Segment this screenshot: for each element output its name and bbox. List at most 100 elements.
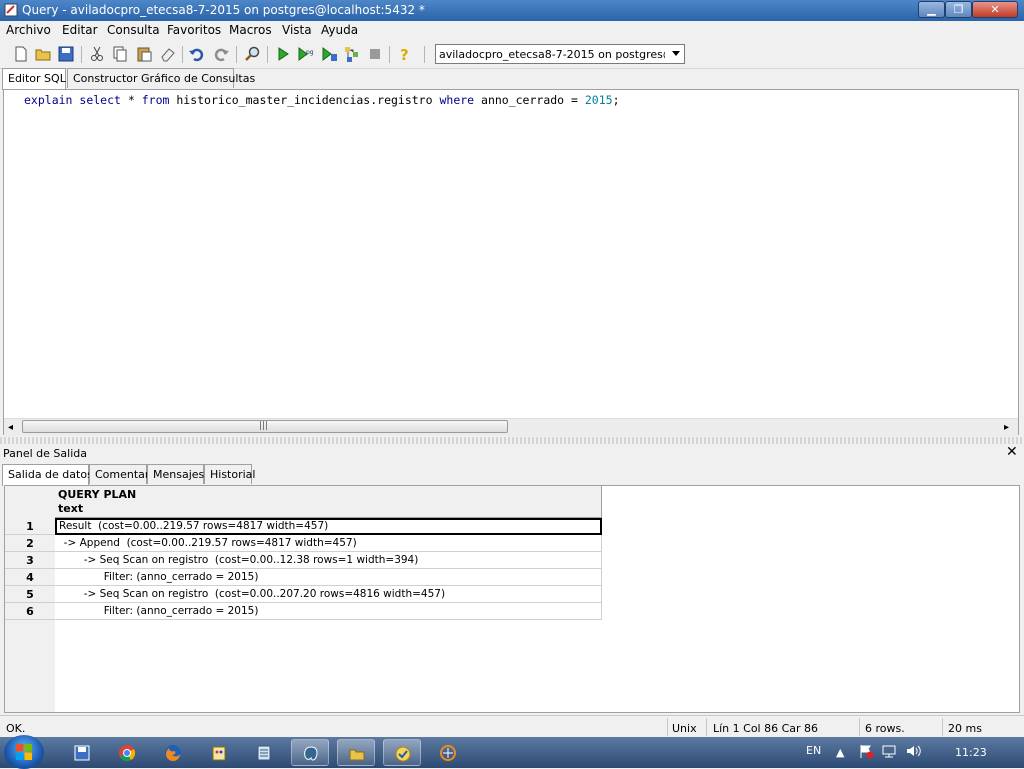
- volume-icon[interactable]: [905, 743, 921, 762]
- windows-explorer-icon[interactable]: [63, 739, 101, 766]
- action-center-flag-icon[interactable]: [858, 743, 874, 762]
- network-icon[interactable]: [881, 743, 897, 762]
- table-row[interactable]: 1 Result (cost=0.00..219.57 rows=4817 wi…: [5, 518, 602, 535]
- sql-keyword: from: [141, 93, 170, 107]
- close-panel-icon[interactable]: ✕: [1006, 444, 1018, 460]
- close-button[interactable]: ✕: [972, 1, 1018, 18]
- table-row[interactable]: 5 -> Seq Scan on registro (cost=0.00..20…: [5, 586, 602, 603]
- sql-text: anno_cerrado =: [474, 93, 585, 107]
- table-row[interactable]: 6 Filter: (anno_cerrado = 2015): [5, 603, 602, 620]
- row-number[interactable]: 3: [5, 552, 55, 569]
- tab-history[interactable]: Historial: [204, 464, 255, 484]
- grip-icon: |||: [259, 421, 269, 431]
- sql-text: historico_master_incidencias.registro: [169, 93, 440, 107]
- outlook-icon[interactable]: [383, 739, 421, 766]
- cursor-position: Lín 1 Col 86 Car 86: [713, 722, 819, 735]
- menu-bar: Archivo Editar Consulta Favoritos Macros…: [0, 21, 1024, 41]
- tab-data-output[interactable]: Salida de datos: [2, 464, 93, 486]
- sql-text: *: [120, 93, 142, 107]
- eraser-icon[interactable]: [159, 45, 177, 63]
- menu-vista[interactable]: Vista: [282, 23, 312, 37]
- table-cell[interactable]: Filter: (anno_cerrado = 2015): [55, 569, 602, 586]
- table-row[interactable]: 3 -> Seq Scan on registro (cost=0.00..12…: [5, 552, 602, 569]
- panel-splitter[interactable]: [0, 437, 1024, 444]
- row-number[interactable]: 4: [5, 569, 55, 586]
- menu-favoritos[interactable]: Favoritos: [167, 23, 221, 37]
- copy-icon[interactable]: [111, 45, 129, 63]
- table-cell[interactable]: -> Append (cost=0.00..219.57 rows=4817 w…: [55, 535, 602, 552]
- output-panel-title: Panel de Salida: [3, 447, 87, 460]
- sql-editor[interactable]: explain select * from historico_master_i…: [3, 89, 1019, 435]
- folder-icon[interactable]: [337, 739, 375, 766]
- menu-macros[interactable]: Macros: [229, 23, 272, 37]
- windows-logo-icon: [16, 744, 32, 760]
- editor-horizontal-scrollbar[interactable]: ◂ ||| ▸: [4, 418, 1018, 436]
- paste-icon[interactable]: [135, 45, 153, 63]
- paint-icon[interactable]: [200, 739, 238, 766]
- status-separator: [942, 718, 943, 736]
- explain-icon[interactable]: [343, 45, 361, 63]
- menu-ayuda[interactable]: Ayuda: [321, 23, 358, 37]
- row-number[interactable]: 5: [5, 586, 55, 603]
- tab-messages[interactable]: Mensajes: [147, 464, 204, 484]
- network-app-icon[interactable]: [429, 739, 467, 766]
- connection-value: aviladocpro_etecsa8-7-2015 on postgres@l…: [439, 48, 665, 61]
- toolbar-separator: [424, 46, 425, 63]
- menu-archivo[interactable]: Archivo: [6, 23, 51, 37]
- table-cell[interactable]: -> Seq Scan on registro (cost=0.00..207.…: [55, 586, 602, 603]
- table-row[interactable]: 2 -> Append (cost=0.00..219.57 rows=4817…: [5, 535, 602, 552]
- scroll-right-icon[interactable]: ▸: [1004, 422, 1009, 433]
- start-button[interactable]: [4, 735, 44, 769]
- show-hidden-icons-icon[interactable]: ▲: [836, 746, 844, 759]
- table-row[interactable]: 4 Filter: (anno_cerrado = 2015): [5, 569, 602, 586]
- sql-number: 2015: [584, 93, 613, 107]
- language-indicator[interactable]: EN: [806, 744, 821, 757]
- toolbar-separator: [182, 46, 183, 63]
- minimize-button[interactable]: ▁: [918, 1, 945, 18]
- editor-tab-strip: Editor SQL Constructor Gráfico de Consul…: [0, 68, 1024, 90]
- toolbar-separator: [389, 46, 390, 63]
- clock[interactable]: 11:23: [955, 746, 987, 759]
- scrollbar-thumb[interactable]: |||: [22, 420, 508, 433]
- row-number[interactable]: 2: [5, 535, 55, 552]
- table-cell[interactable]: Result (cost=0.00..219.57 rows=4817 widt…: [55, 518, 602, 535]
- save-icon[interactable]: [57, 45, 75, 63]
- menu-editar[interactable]: Editar: [62, 23, 98, 37]
- execute-icon[interactable]: [274, 45, 292, 63]
- execute-pgscript-icon[interactable]: pg: [296, 45, 314, 63]
- toolbar: pg ? aviladocpro_etecsa8-7-2015 on postg…: [0, 41, 1024, 69]
- scroll-left-icon[interactable]: ◂: [8, 422, 13, 433]
- cancel-icon[interactable]: [366, 45, 384, 63]
- title-bar: Query - aviladocpro_etecsa8-7-2015 on po…: [0, 0, 1024, 21]
- tab-explain[interactable]: Comentar: [89, 464, 149, 484]
- chrome-icon[interactable]: [108, 739, 146, 766]
- status-separator: [706, 718, 707, 736]
- column-type: text: [58, 502, 84, 515]
- redo-icon[interactable]: [212, 45, 230, 63]
- undo-icon[interactable]: [188, 45, 206, 63]
- table-cell[interactable]: -> Seq Scan on registro (cost=0.00..12.3…: [55, 552, 602, 569]
- tab-query-builder[interactable]: Constructor Gráfico de Consultas: [67, 68, 255, 88]
- column-header[interactable]: QUERY PLAN text: [55, 486, 602, 518]
- table-cell[interactable]: Filter: (anno_cerrado = 2015): [55, 603, 602, 620]
- execute-to-file-icon[interactable]: [320, 45, 338, 63]
- firefox-icon[interactable]: [154, 739, 192, 766]
- help-icon[interactable]: ?: [396, 45, 414, 63]
- sql-text: ;: [612, 93, 620, 107]
- open-folder-icon[interactable]: [34, 45, 52, 63]
- tab-editor-sql[interactable]: Editor SQL: [2, 68, 66, 90]
- row-number[interactable]: 6: [5, 603, 55, 620]
- row-number[interactable]: 1: [5, 518, 55, 535]
- column-name: QUERY PLAN: [58, 488, 137, 501]
- connection-select[interactable]: aviladocpro_etecsa8-7-2015 on postgres@l…: [435, 44, 685, 64]
- pgadmin-icon[interactable]: [291, 739, 329, 766]
- menu-consulta[interactable]: Consulta: [107, 23, 160, 37]
- pgadmin-query-icon: [4, 3, 18, 17]
- new-file-icon[interactable]: [12, 45, 30, 63]
- maximize-button[interactable]: ❐: [945, 1, 972, 18]
- output-tab-strip: Salida de datos Comentar Mensajes Histor…: [0, 464, 1024, 486]
- status-message: OK.: [6, 722, 26, 735]
- notepad-icon[interactable]: [245, 739, 283, 766]
- find-icon[interactable]: [244, 45, 262, 63]
- cut-icon[interactable]: [88, 45, 106, 63]
